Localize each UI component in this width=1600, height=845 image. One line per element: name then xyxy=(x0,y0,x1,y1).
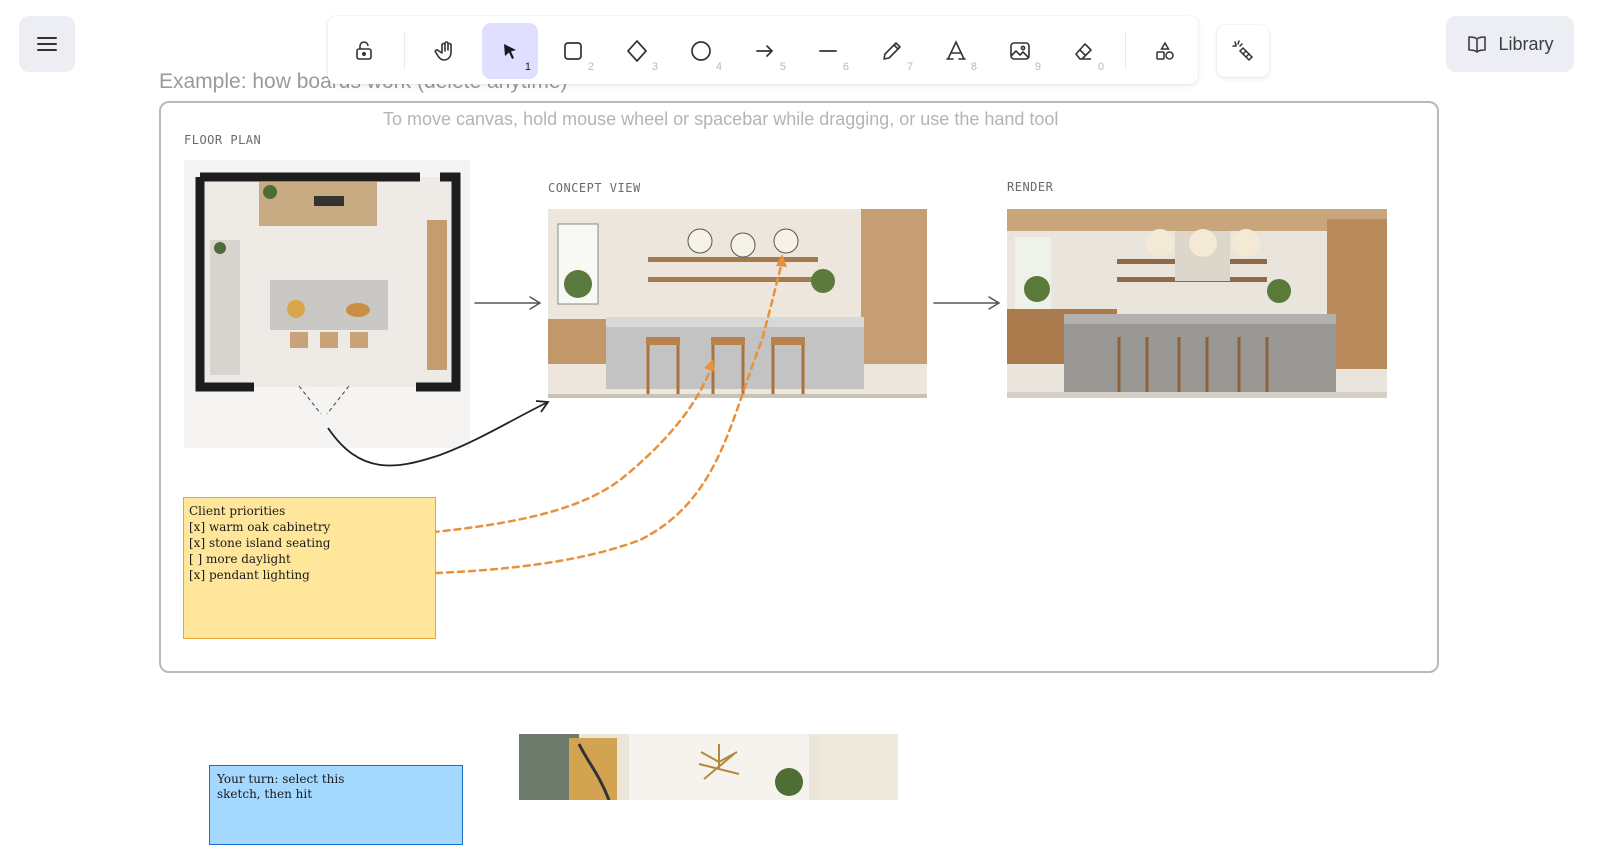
diamond-icon xyxy=(627,40,647,62)
note-item: [x] stone island seating xyxy=(189,536,331,550)
laser-pointer-icon xyxy=(1232,40,1254,62)
text-tool-button[interactable]: 8 xyxy=(928,23,984,79)
rectangle-icon xyxy=(564,42,582,60)
line-icon xyxy=(819,50,837,52)
toolbar: 1 2 3 4 5 6 7 8 9 0 xyxy=(328,16,1198,84)
eraser-icon xyxy=(1075,43,1092,60)
laser-pointer-button[interactable] xyxy=(1217,25,1269,77)
note-item: [ ] more daylight xyxy=(189,552,291,566)
note-title: Client priorities xyxy=(189,504,286,518)
ellipse-tool-button[interactable]: 4 xyxy=(673,23,729,79)
shortcut-key: 6 xyxy=(842,61,849,73)
connector-arrows xyxy=(324,254,1001,577)
image-icon xyxy=(1010,42,1030,60)
library-label: Library xyxy=(1498,33,1554,54)
draw-tool-button[interactable]: 7 xyxy=(864,23,920,79)
lock-button[interactable] xyxy=(336,23,392,79)
image-tool-button[interactable]: 9 xyxy=(992,23,1048,79)
hand-tool-button[interactable] xyxy=(418,23,474,79)
client-priorities-note[interactable]: Client priorities [x] warm oak cabinetry… xyxy=(183,497,436,639)
shortcut-key: 7 xyxy=(906,61,913,73)
living-room-sketch-image[interactable] xyxy=(519,734,898,800)
shortcut-key: 0 xyxy=(1097,61,1104,73)
eraser-tool-button[interactable]: 0 xyxy=(1055,23,1111,79)
note-item: [x] pendant lighting xyxy=(189,568,310,582)
note2-line: Your turn: select this xyxy=(217,772,345,786)
shortcut-key: 2 xyxy=(587,61,594,73)
text-icon xyxy=(946,40,966,60)
more-shapes-button[interactable] xyxy=(1137,23,1193,79)
ellipse-icon xyxy=(691,41,711,61)
note-item: [x] warm oak cabinetry xyxy=(189,520,331,534)
hand-icon xyxy=(434,41,452,61)
diamond-tool-button[interactable]: 3 xyxy=(609,23,665,79)
arrow-tool-button[interactable]: 5 xyxy=(737,23,793,79)
selection-tool-button[interactable]: 1 xyxy=(482,23,538,79)
pencil-icon xyxy=(883,42,901,60)
shortcut-key: 9 xyxy=(1034,61,1041,73)
your-turn-note[interactable]: Your turn: select this sketch, then hit xyxy=(209,765,463,845)
library-button[interactable]: Library xyxy=(1446,16,1574,72)
rectangle-tool-button[interactable]: 2 xyxy=(545,23,601,79)
shortcut-key: 1 xyxy=(524,61,531,73)
pointer-icon xyxy=(504,44,516,59)
shortcut-key: 5 xyxy=(779,61,786,73)
shortcut-key: 4 xyxy=(715,61,722,73)
shortcut-key: 8 xyxy=(970,61,977,73)
lock-open-icon xyxy=(356,41,372,60)
shapes-icon xyxy=(1156,41,1174,60)
shortcut-key: 3 xyxy=(651,61,658,73)
arrow-icon xyxy=(756,45,774,57)
line-tool-button[interactable]: 6 xyxy=(800,23,856,79)
book-icon xyxy=(1468,36,1487,53)
